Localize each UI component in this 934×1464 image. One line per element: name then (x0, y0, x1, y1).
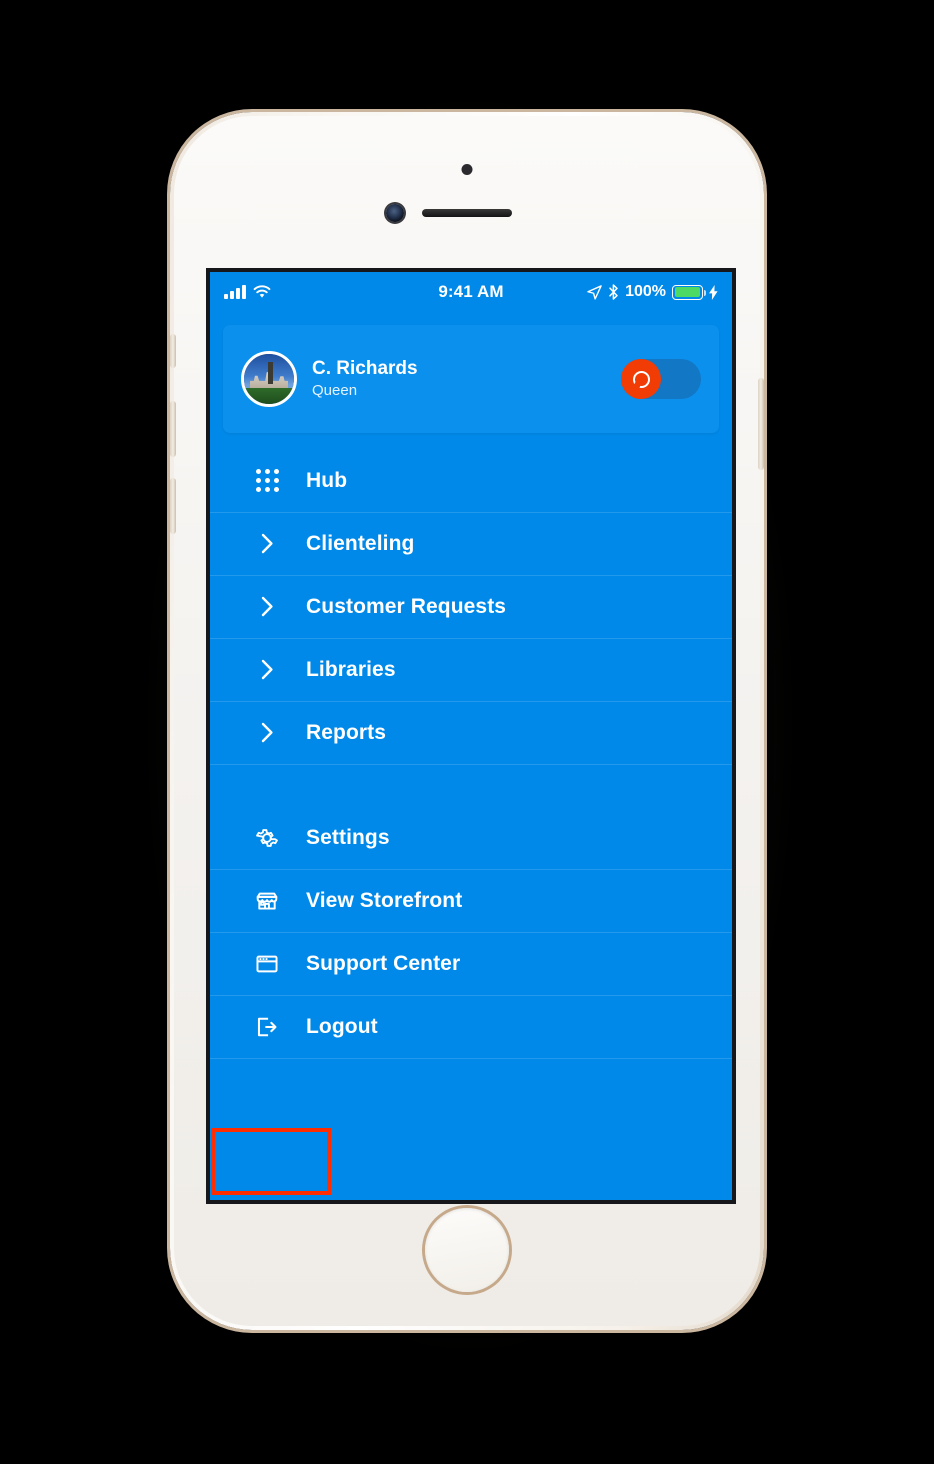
menu-item-label: Settings (306, 825, 390, 849)
logout-arrow-icon (252, 1012, 282, 1042)
location-arrow-icon (587, 284, 602, 300)
side-menu-panel: C. Richards Queen Hub Clienteling Custom… (210, 312, 732, 1200)
menu-item-label: Clienteling (306, 531, 415, 555)
chevron-right-icon (252, 592, 282, 622)
menu-item-support-center[interactable]: Support Center (210, 932, 732, 995)
toggle-knob[interactable] (621, 359, 661, 399)
browser-window-icon (252, 949, 282, 979)
menu-item-label: View Storefront (306, 888, 463, 912)
power-button[interactable] (758, 378, 764, 470)
menu-group-spacer (210, 764, 732, 806)
battery-percent-label: 100% (625, 283, 666, 300)
menu-item-clienteling[interactable]: Clienteling (210, 512, 732, 575)
profile-role: Queen (312, 381, 358, 399)
gear-icon (252, 823, 282, 853)
phone-screen: 9:41 AM 100% C. Richards Queen Hub Clien… (206, 268, 736, 1204)
menu-item-label: Customer Requests (306, 594, 507, 618)
grid-dots-icon (252, 466, 282, 496)
status-bar: 9:41 AM 100% (210, 272, 732, 312)
status-bar-right: 100% (587, 283, 718, 301)
menu-item-label: Support Center (306, 951, 461, 975)
chevron-right-icon (252, 655, 282, 685)
menu-item-customer-requests[interactable]: Customer Requests (210, 575, 732, 638)
front-camera-icon (386, 204, 404, 222)
profile-text: C. Richards Queen (312, 357, 621, 401)
menu-item-label: Reports (306, 720, 387, 744)
chevron-right-icon (252, 718, 282, 748)
menu-item-logout[interactable]: Logout (210, 995, 732, 1058)
menu-item-settings[interactable]: Settings (210, 806, 732, 869)
menu-item-libraries[interactable]: Libraries (210, 638, 732, 701)
menu-item-label: Libraries (306, 657, 396, 681)
iphone-device: 9:41 AM 100% C. Richards Queen Hub Clien… (170, 112, 764, 1330)
storefront-icon (252, 886, 282, 916)
status-circle-icon (632, 370, 650, 388)
menu-item-label: Hub (306, 468, 348, 492)
menu-item-reports[interactable]: Reports (210, 701, 732, 764)
chevron-right-icon (252, 529, 282, 559)
menu-secondary-list: Settings View Storefront Support Center … (210, 806, 732, 1058)
proximity-sensor-icon (461, 164, 473, 175)
bluetooth-icon (609, 284, 618, 300)
menu-empty-area (210, 1058, 732, 1200)
home-button[interactable] (425, 1208, 509, 1292)
lightning-bolt-icon (709, 284, 718, 300)
avatar[interactable] (241, 351, 297, 407)
profile-card[interactable]: C. Richards Queen (223, 325, 719, 433)
device-front-panel: 9:41 AM 100% C. Richards Queen Hub Clien… (170, 116, 764, 1326)
menu-item-hub[interactable]: Hub (210, 449, 732, 512)
battery-full-icon (672, 284, 706, 300)
volume-up-button[interactable] (170, 401, 176, 457)
menu-primary-list: Hub Clienteling Customer Requests Librar… (210, 449, 732, 764)
menu-item-view-storefront[interactable]: View Storefront (210, 869, 732, 932)
profile-name: C. Richards (312, 358, 418, 379)
ring-switch[interactable] (170, 334, 176, 368)
screenshot-canvas: 9:41 AM 100% C. Richards Queen Hub Clien… (0, 0, 934, 1464)
menu-item-label: Logout (306, 1014, 378, 1038)
earpiece-speaker (422, 209, 512, 217)
availability-toggle[interactable] (621, 359, 701, 399)
volume-down-button[interactable] (170, 478, 176, 534)
